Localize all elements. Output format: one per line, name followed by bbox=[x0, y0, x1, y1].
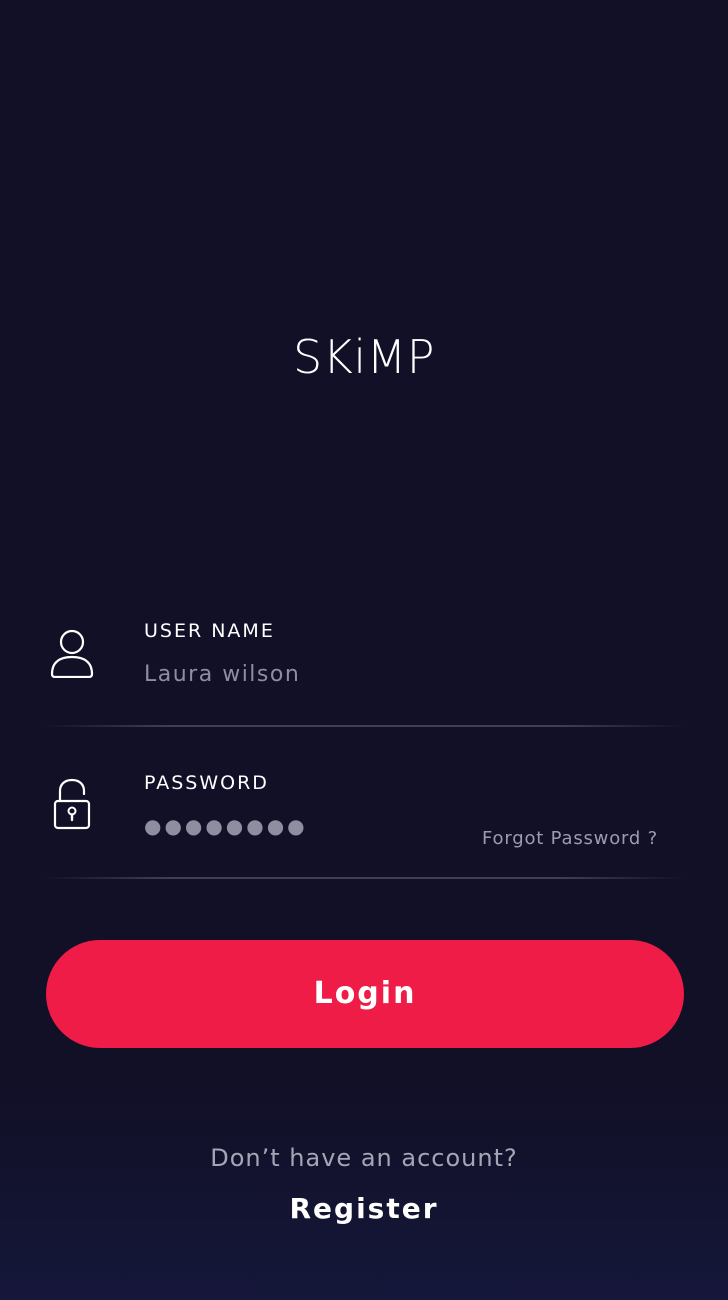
username-divider bbox=[40, 725, 688, 727]
username-input[interactable] bbox=[144, 662, 564, 687]
app-logo: SKiMP bbox=[292, 330, 436, 384]
user-icon bbox=[48, 626, 96, 679]
password-input[interactable]: ●●●●●●●● bbox=[144, 814, 308, 838]
register-prompt-text: Don’t have an account? bbox=[210, 1144, 518, 1172]
forgot-password-link[interactable]: Forgot Password ? bbox=[482, 828, 658, 849]
password-label: PASSWORD bbox=[144, 772, 269, 794]
login-screen: SKiMP USER NAME PASSWORD ●●●●●●●● Forgot… bbox=[0, 0, 728, 1300]
login-button[interactable]: Login bbox=[46, 940, 684, 1048]
username-label: USER NAME bbox=[144, 620, 275, 642]
username-field-group: USER NAME bbox=[0, 600, 728, 730]
password-divider bbox=[40, 877, 688, 879]
password-field-group: PASSWORD ●●●●●●●● Forgot Password ? bbox=[0, 752, 728, 882]
register-link[interactable]: Register bbox=[0, 1192, 728, 1225]
lock-icon bbox=[48, 778, 96, 830]
